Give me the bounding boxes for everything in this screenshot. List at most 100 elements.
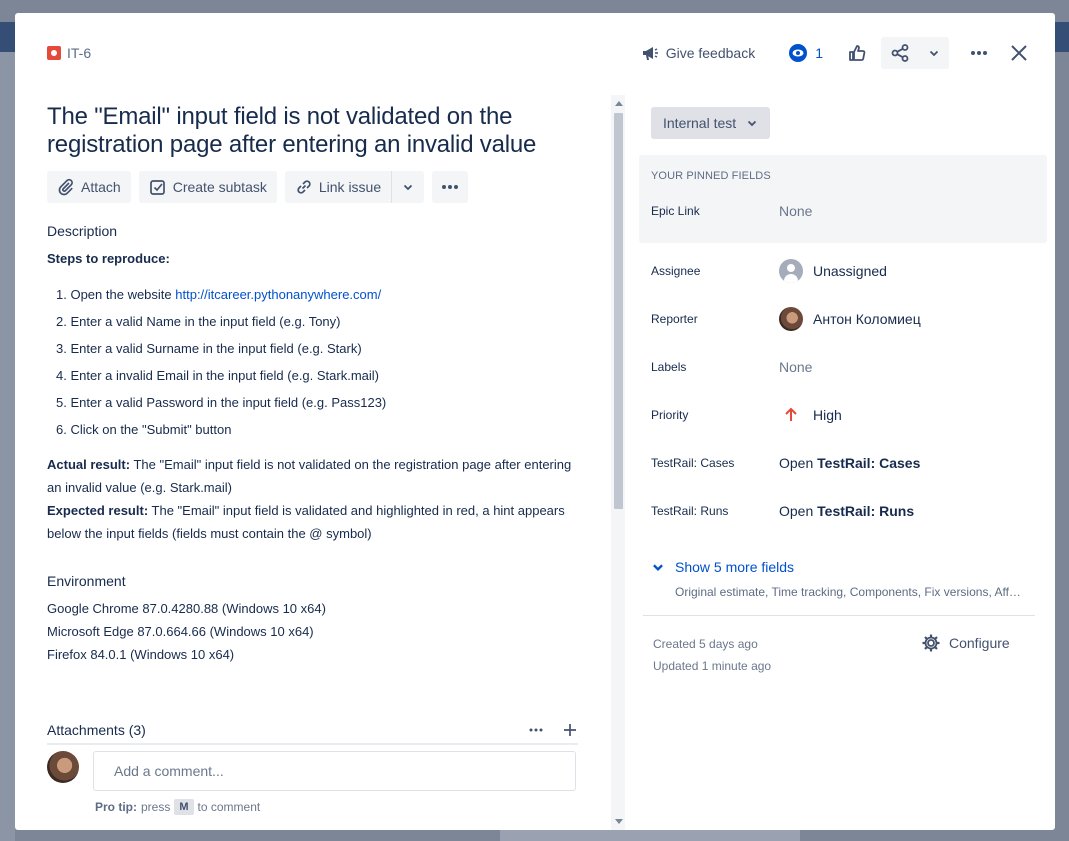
field-label: TestRail: Runs bbox=[651, 504, 729, 518]
pro-tip-label: Pro tip: bbox=[95, 800, 137, 814]
step-item: 2. Enter a valid Name in the input field… bbox=[56, 314, 341, 329]
testrail-runs-link[interactable]: Open TestRail: Runs bbox=[779, 503, 914, 519]
megaphone-icon bbox=[642, 47, 658, 60]
give-feedback-button[interactable]: Give feedback bbox=[632, 37, 764, 69]
description-heading: Description bbox=[47, 223, 118, 239]
add-attachment-icon[interactable] bbox=[562, 722, 578, 738]
watchers-count: 1 bbox=[815, 45, 823, 61]
link-issue-button[interactable]: Link issue bbox=[285, 171, 391, 203]
epic-link-value[interactable]: None bbox=[779, 203, 812, 219]
scroll-down-arrow-icon[interactable] bbox=[615, 819, 623, 824]
subtask-icon bbox=[149, 180, 165, 195]
chevron-down-icon bbox=[404, 184, 413, 191]
testrail-cases-prefix: Open bbox=[779, 455, 818, 471]
updated-date: Updated 1 minute ago bbox=[653, 659, 772, 673]
steps-heading: Steps to reproduce: bbox=[47, 247, 577, 270]
share-button[interactable] bbox=[881, 37, 919, 69]
actual-result-label: Actual result: bbox=[47, 457, 131, 472]
link-issue-label: Link issue bbox=[318, 179, 382, 195]
environment-text[interactable]: Google Chrome 87.0.4280.88 (Windows 10 x… bbox=[47, 597, 326, 666]
background-sidebar bbox=[0, 52, 15, 841]
share-icon bbox=[891, 44, 909, 62]
bug-icon bbox=[47, 46, 61, 60]
step-item: 6. Click on the "Submit" button bbox=[56, 422, 232, 437]
issue-sidebar: Internal test YOUR PINNED FIELDS Epic Li… bbox=[639, 95, 1055, 830]
issue-toolbar: Attach Create subtask Link issue bbox=[47, 171, 469, 203]
field-testrail-cases: TestRail: Cases Open TestRail: Cases bbox=[651, 447, 920, 479]
chevron-down-icon bbox=[929, 50, 939, 57]
step-4-text: Enter a invalid Email in the input field… bbox=[70, 368, 379, 383]
testrail-cases-link[interactable]: Open TestRail: Cases bbox=[779, 455, 920, 471]
chevron-down-icon bbox=[653, 564, 663, 571]
assignee-value[interactable]: Unassigned bbox=[779, 259, 887, 283]
field-priority: Priority High bbox=[651, 399, 842, 431]
attachments-header: Attachments (3) bbox=[47, 717, 578, 745]
assignee-name: Unassigned bbox=[813, 263, 887, 279]
keyboard-shortcut-key: M bbox=[174, 799, 194, 815]
expected-result-label: Expected result: bbox=[47, 503, 149, 518]
show-more-fields-button[interactable]: Show 5 more fields bbox=[651, 559, 794, 575]
like-button[interactable] bbox=[839, 37, 875, 69]
configure-button[interactable]: Configure bbox=[921, 633, 1010, 653]
testrail-runs-name: TestRail: Runs bbox=[817, 503, 915, 519]
field-label: Priority bbox=[651, 408, 689, 422]
eye-icon bbox=[789, 44, 808, 62]
link-issue-dropdown[interactable] bbox=[392, 171, 424, 203]
priority-text: High bbox=[813, 407, 842, 423]
more-icon[interactable] bbox=[528, 722, 544, 738]
attach-label: Attach bbox=[81, 179, 121, 195]
share-dropdown-button[interactable] bbox=[919, 37, 949, 69]
environment-line: Microsoft Edge 87.0.664.66 (Windows 10 x… bbox=[47, 624, 314, 639]
environment-line: Firefox 84.0.1 (Windows 10 x64) bbox=[47, 647, 235, 662]
testrail-cases-name: TestRail: Cases bbox=[817, 455, 921, 471]
pro-tip-suffix: to comment bbox=[197, 800, 261, 814]
steps-list[interactable]: 1. Open the website http://itcareer.pyth… bbox=[47, 281, 386, 443]
header-actions: Give feedback 1 bbox=[632, 37, 1037, 69]
issue-title[interactable]: The "Email" input field is not validated… bbox=[47, 103, 587, 159]
more-icon bbox=[971, 51, 987, 55]
field-epic-link: Epic Link None bbox=[651, 195, 812, 227]
environment-heading: Environment bbox=[47, 573, 126, 589]
step-item: 4. Enter a invalid Email in the input fi… bbox=[56, 368, 379, 383]
environment-line: Google Chrome 87.0.4280.88 (Windows 10 x… bbox=[47, 601, 326, 616]
expected-result[interactable]: Expected result: The "Email" input field… bbox=[47, 499, 577, 545]
reporter-name: Антон Коломиец bbox=[813, 311, 921, 327]
comment-input[interactable]: Add a comment... bbox=[93, 751, 576, 791]
step-1-prefix: Open the website bbox=[70, 287, 176, 302]
scrollbar-thumb[interactable] bbox=[614, 113, 623, 509]
give-feedback-label: Give feedback bbox=[665, 45, 756, 61]
configure-label: Configure bbox=[949, 635, 1010, 651]
step-item: 1. Open the website http://itcareer.pyth… bbox=[56, 287, 382, 302]
step-6-text: Click on the "Submit" button bbox=[70, 422, 232, 437]
issue-modal: IT-6 Give feedback 1 The "Email" input f… bbox=[15, 13, 1055, 830]
actual-result[interactable]: Actual result: The "Email" input field i… bbox=[47, 453, 577, 499]
labels-value[interactable]: None bbox=[779, 359, 812, 375]
priority-value[interactable]: High bbox=[779, 403, 842, 427]
reporter-avatar bbox=[779, 307, 803, 331]
reporter-value[interactable]: Антон Коломиец bbox=[779, 307, 921, 331]
pinned-fields-panel: YOUR PINNED FIELDS Epic Link None bbox=[639, 155, 1047, 243]
share-group bbox=[881, 37, 949, 69]
scroll-up-arrow-icon[interactable] bbox=[615, 101, 623, 106]
field-label: Epic Link bbox=[651, 204, 700, 218]
divider bbox=[643, 615, 1035, 616]
close-button[interactable] bbox=[1001, 37, 1037, 69]
toolbar-more-button[interactable] bbox=[432, 171, 469, 203]
field-reporter: Reporter Антон Коломиец bbox=[651, 303, 921, 335]
status-dropdown[interactable]: Internal test bbox=[651, 107, 771, 139]
gear-icon bbox=[922, 634, 940, 652]
current-user-avatar bbox=[47, 751, 79, 783]
status-label: Internal test bbox=[663, 115, 737, 131]
website-link[interactable]: http://itcareer.pythonanywhere.com/ bbox=[175, 287, 381, 302]
attach-button[interactable]: Attach bbox=[47, 171, 131, 203]
watch-button[interactable]: 1 bbox=[779, 37, 831, 69]
create-subtask-button[interactable]: Create subtask bbox=[138, 171, 277, 203]
comment-row: Add a comment... bbox=[47, 751, 576, 791]
more-icon bbox=[442, 185, 459, 189]
issue-dates: Created 5 days ago Updated 1 minute ago bbox=[653, 633, 771, 677]
create-subtask-label: Create subtask bbox=[172, 179, 267, 195]
step-3-text: Enter a valid Surname in the input field… bbox=[70, 341, 362, 356]
more-actions-button[interactable] bbox=[961, 37, 997, 69]
attachments-actions bbox=[528, 722, 578, 738]
issue-key-link[interactable]: IT-6 bbox=[47, 45, 91, 61]
